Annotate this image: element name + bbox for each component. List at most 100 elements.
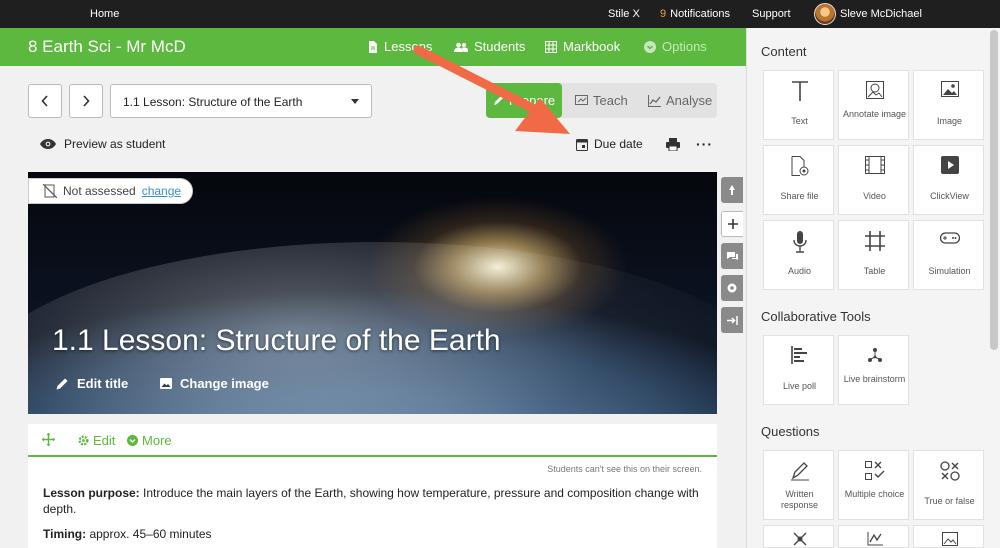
- annotate-image-icon: [865, 81, 884, 99]
- checklist-icon: [864, 461, 884, 480]
- nav-options[interactable]: Options: [644, 39, 707, 54]
- lesson-select[interactable]: 1.1 Lesson: Structure of the Earth: [110, 84, 372, 118]
- block-edit-button[interactable]: Edit: [78, 433, 115, 448]
- block-more-button[interactable]: More: [127, 433, 172, 448]
- nav-lessons[interactable]: Lessons: [368, 39, 432, 54]
- strip-help-button[interactable]: [721, 275, 743, 301]
- tile-live-poll[interactable]: Live poll: [763, 335, 834, 405]
- mode-prepare[interactable]: Prepare: [486, 83, 562, 118]
- lesson-content-card: Edit More Students can't see this on the…: [28, 424, 717, 548]
- print-icon[interactable]: [666, 138, 680, 151]
- lesson-purpose: Lesson purpose: Introduce the main layer…: [43, 485, 703, 517]
- change-image-label: Change image: [180, 376, 269, 391]
- move-icon[interactable]: [42, 433, 55, 446]
- notification-count: 9: [660, 8, 667, 20]
- lesson-timing: Timing: approx. 45–60 minutes: [43, 527, 212, 541]
- tile-label: Audio: [787, 266, 812, 276]
- nav-markbook-label: Markbook: [563, 39, 621, 54]
- tile-live-brainstorm[interactable]: Live brainstorm: [838, 335, 909, 405]
- tile-text[interactable]: Text: [763, 70, 834, 140]
- user-name[interactable]: Sleve McDichael: [840, 8, 922, 20]
- text-icon: [791, 81, 808, 101]
- mode-prepare-label: Prepare: [508, 93, 556, 108]
- previous-lesson-button[interactable]: [28, 84, 62, 118]
- nav-options-label: Options: [662, 39, 707, 54]
- next-lesson-button[interactable]: [69, 84, 103, 118]
- block-more-label: More: [142, 433, 172, 448]
- content-heading: Content: [761, 44, 807, 59]
- strip-collapse-button[interactable]: [721, 307, 743, 333]
- tile-share-file[interactable]: Share file: [763, 145, 834, 215]
- nav-students[interactable]: Students: [454, 39, 525, 54]
- strip-pin-button[interactable]: [721, 177, 743, 203]
- lesson-timing-label: Timing:: [43, 527, 87, 541]
- notifications-link[interactable]: 9 Notifications: [660, 8, 730, 20]
- edit-title-button[interactable]: Edit title: [56, 376, 128, 391]
- image-question-icon: [941, 532, 958, 546]
- microphone-icon: [792, 231, 807, 253]
- panel-scrollbar[interactable]: [990, 30, 998, 350]
- strip-add-button[interactable]: [721, 211, 743, 237]
- true-false-icon: [939, 461, 960, 481]
- mode-analyse-label: Analyse: [666, 93, 713, 108]
- tile-video[interactable]: Video: [838, 145, 909, 215]
- mode-teach[interactable]: Teach: [575, 83, 628, 118]
- questions-heading: Questions: [761, 424, 820, 439]
- due-date-button[interactable]: Due date: [576, 137, 643, 151]
- class-title: 8 Earth Sci - Mr McD: [28, 37, 186, 56]
- support-link[interactable]: Support: [752, 8, 791, 20]
- tile-more-question[interactable]: [913, 525, 984, 548]
- collab-heading: Collaborative Tools: [761, 309, 871, 324]
- lesson-cover-image: 1.1 Lesson: Structure of the Earth Edit …: [28, 172, 717, 414]
- pencil-icon: [56, 378, 68, 390]
- top-bar: Home Stile X 9 Notifications Support Slev…: [0, 0, 1000, 28]
- gamepad-icon: [939, 232, 960, 244]
- mode-switcher: Prepare Teach Analyse: [486, 83, 717, 118]
- chevron-circle-icon: [127, 435, 138, 446]
- image-icon: [160, 378, 172, 389]
- tile-table[interactable]: Table: [838, 220, 909, 290]
- pin-icon: [729, 185, 735, 195]
- comments-icon: [726, 252, 738, 260]
- preview-as-student-button[interactable]: Preview as student: [40, 137, 165, 151]
- tile-simulation[interactable]: Simulation: [913, 220, 984, 290]
- tile-label: Annotate image: [842, 109, 907, 119]
- tile-more-question[interactable]: [838, 525, 909, 548]
- home-link[interactable]: Home: [90, 8, 119, 20]
- tile-annotate-image[interactable]: Annotate image: [838, 70, 909, 140]
- stile-x-link[interactable]: Stile X: [608, 8, 640, 20]
- change-image-button[interactable]: Change image: [160, 376, 269, 391]
- assessment-status-label: Not assessed: [63, 184, 136, 198]
- tile-clickview[interactable]: ClickView: [913, 145, 984, 215]
- tile-written-response[interactable]: Written response: [763, 450, 834, 520]
- tile-true-or-false[interactable]: True or false: [913, 450, 984, 520]
- chevron-right-icon: [83, 95, 90, 107]
- strip-comments-button[interactable]: [721, 243, 743, 269]
- document-icon: [369, 40, 377, 53]
- tile-audio[interactable]: Audio: [763, 220, 834, 290]
- avatar[interactable]: [814, 3, 836, 25]
- arrow-right-to-bar-icon: [726, 315, 738, 325]
- calendar-icon: [576, 138, 588, 151]
- notifications-label: Notifications: [670, 8, 731, 20]
- change-assessment-link[interactable]: change: [142, 184, 181, 198]
- tile-label: Text: [791, 116, 808, 126]
- tile-multiple-choice[interactable]: Multiple choice: [838, 450, 909, 520]
- nav-markbook[interactable]: Markbook: [545, 39, 620, 54]
- users-icon: [454, 42, 468, 52]
- more-actions-button[interactable]: ···: [696, 136, 713, 152]
- tile-image[interactable]: Image: [913, 70, 984, 140]
- eye-icon: [40, 139, 56, 149]
- film-icon: [864, 156, 885, 174]
- lesson-editor: 1.1 Lesson: Structure of the Earth Prepa…: [0, 66, 746, 548]
- tile-more-question[interactable]: [763, 525, 834, 548]
- file-share-icon: [791, 156, 808, 176]
- add-content-panel: Content Text Annotate image Image Share …: [746, 28, 1000, 548]
- tile-label: Video: [863, 191, 886, 201]
- mode-analyse[interactable]: Analyse: [648, 83, 712, 118]
- tile-label: ClickView: [930, 191, 969, 201]
- table-icon: [864, 231, 885, 251]
- lesson-purpose-label: Lesson purpose:: [43, 486, 140, 500]
- lesson-title: 1.1 Lesson: Structure of the Earth: [52, 324, 501, 357]
- tile-label: Share file: [780, 191, 819, 201]
